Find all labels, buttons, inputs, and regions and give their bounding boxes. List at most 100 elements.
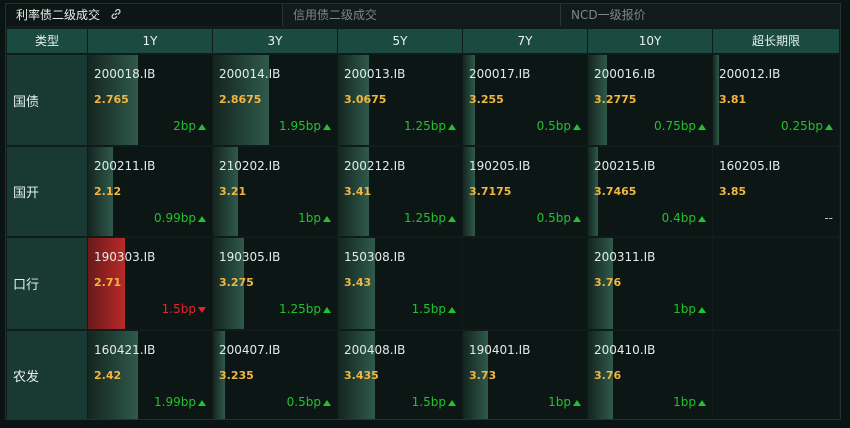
bond-yield: 3.43 bbox=[344, 276, 372, 289]
bond-code[interactable]: 150308.IB bbox=[344, 250, 405, 264]
bond-code[interactable]: 190303.IB bbox=[94, 250, 155, 264]
yield-change-value: 1.25bp bbox=[404, 119, 446, 133]
quote-cell[interactable]: 200018.IB 2.765 2bp bbox=[88, 55, 212, 145]
row-label-text: 农发 bbox=[13, 369, 40, 385]
yield-change: 0.5bp bbox=[537, 211, 581, 225]
quote-cell bbox=[713, 238, 839, 329]
bond-code[interactable]: 200211.IB bbox=[94, 159, 155, 173]
quote-cell[interactable]: 200016.IB 3.2775 0.75bp bbox=[588, 55, 712, 145]
yield-change-value: 0.4bp bbox=[661, 211, 696, 225]
bond-yield: 3.275 bbox=[219, 276, 254, 289]
quote-cell[interactable]: 200407.IB 3.235 0.5bp bbox=[213, 331, 337, 419]
row-label: 国开 bbox=[7, 147, 87, 236]
quote-cell[interactable]: 190401.IB 3.73 1bp bbox=[463, 331, 587, 419]
yield-change: 1.5bp bbox=[412, 302, 456, 316]
bond-yield: 3.41 bbox=[344, 185, 372, 198]
bond-code[interactable]: 200407.IB bbox=[219, 343, 280, 357]
tab-rate-bond-trades[interactable]: 利率债二级成交 bbox=[6, 4, 282, 26]
row-label-text: 国债 bbox=[13, 94, 40, 110]
yield-change: 1.5bp bbox=[162, 302, 206, 316]
bond-yield: 2.12 bbox=[94, 185, 122, 198]
bond-code[interactable]: 160421.IB bbox=[94, 343, 155, 357]
quote-cell[interactable]: 200017.IB 3.255 0.5bp bbox=[463, 55, 587, 145]
up-arrow-icon bbox=[698, 123, 706, 130]
column-header[interactable]: 1Y bbox=[88, 29, 212, 53]
quote-cell[interactable]: 200410.IB 3.76 1bp bbox=[588, 331, 712, 419]
yield-change-value: 0.5bp bbox=[286, 395, 321, 409]
tab-credit-bond-trades[interactable]: 信用债二级成交 bbox=[282, 4, 560, 26]
quote-cell[interactable]: 200212.IB 3.41 1.25bp bbox=[338, 147, 462, 236]
yield-change: 0.5bp bbox=[537, 119, 581, 133]
yield-change: 0.25bp bbox=[781, 119, 833, 133]
quote-cell[interactable]: 210202.IB 3.21 1bp bbox=[213, 147, 337, 236]
bond-yield: 2.71 bbox=[94, 276, 122, 289]
bond-yield: 3.73 bbox=[469, 369, 497, 382]
column-header[interactable]: 3Y bbox=[213, 29, 337, 53]
yield-change: 0.99bp bbox=[154, 211, 206, 225]
yield-change-value: 1.25bp bbox=[279, 302, 321, 316]
row-label: 农发 bbox=[7, 331, 87, 419]
up-arrow-icon bbox=[198, 399, 206, 406]
bond-code[interactable]: 200018.IB bbox=[94, 67, 155, 81]
column-header[interactable]: 超长期限 bbox=[713, 29, 839, 53]
quote-cell[interactable]: 200013.IB 3.0675 1.25bp bbox=[338, 55, 462, 145]
tab-label: NCD一级报价 bbox=[571, 8, 646, 22]
quote-cell[interactable]: 200014.IB 2.8675 1.95bp bbox=[213, 55, 337, 145]
quote-cell[interactable]: 200408.IB 3.435 1.5bp bbox=[338, 331, 462, 419]
bond-code[interactable]: 200013.IB bbox=[344, 67, 405, 81]
quote-cell[interactable]: 190303.IB 2.71 1.5bp bbox=[88, 238, 212, 329]
yield-change-value: 0.25bp bbox=[781, 119, 823, 133]
bond-code[interactable]: 200408.IB bbox=[344, 343, 405, 357]
bond-yield: 3.235 bbox=[219, 369, 254, 382]
bond-code[interactable]: 190305.IB bbox=[219, 250, 280, 264]
quote-cell[interactable]: 160205.IB 3.85 -- bbox=[713, 147, 839, 236]
tab-label: 利率债二级成交 bbox=[16, 8, 101, 22]
quote-cell[interactable]: 200215.IB 3.7465 0.4bp bbox=[588, 147, 712, 236]
bond-code[interactable]: 200017.IB bbox=[469, 67, 530, 81]
yield-change-value: 1bp bbox=[548, 395, 571, 409]
column-header[interactable]: 10Y bbox=[588, 29, 712, 53]
yield-change-value: 1bp bbox=[673, 395, 696, 409]
quote-cell[interactable]: 200311.IB 3.76 1bp bbox=[588, 238, 712, 329]
yield-change-value: -- bbox=[824, 211, 833, 225]
quote-cell[interactable]: 200211.IB 2.12 0.99bp bbox=[88, 147, 212, 236]
quote-cell[interactable]: 190305.IB 3.275 1.25bp bbox=[213, 238, 337, 329]
bond-code[interactable]: 200212.IB bbox=[344, 159, 405, 173]
yield-change: 1.25bp bbox=[404, 119, 456, 133]
up-arrow-icon bbox=[825, 123, 833, 130]
tab-ncd-quotes[interactable]: NCD一级报价 bbox=[560, 4, 840, 26]
yield-change-value: 1.25bp bbox=[404, 211, 446, 225]
bond-yield: 2.8675 bbox=[219, 93, 262, 106]
bond-code[interactable]: 200311.IB bbox=[594, 250, 655, 264]
tab-bar: 利率债二级成交 信用债二级成交 NCD一级报价 bbox=[6, 4, 840, 26]
yield-change: 2bp bbox=[173, 119, 206, 133]
bond-code[interactable]: 200410.IB bbox=[594, 343, 655, 357]
quote-cell[interactable]: 190205.IB 3.7175 0.5bp bbox=[463, 147, 587, 236]
bond-code[interactable]: 200016.IB bbox=[594, 67, 655, 81]
up-arrow-icon bbox=[323, 123, 331, 130]
column-header[interactable]: 7Y bbox=[463, 29, 587, 53]
bond-code[interactable]: 160205.IB bbox=[719, 159, 780, 173]
quote-cell[interactable]: 200012.IB 3.81 0.25bp bbox=[713, 55, 839, 145]
quote-cell[interactable]: 150308.IB 3.43 1.5bp bbox=[338, 238, 462, 329]
yield-change: 1bp bbox=[548, 395, 581, 409]
column-header[interactable]: 5Y bbox=[338, 29, 462, 53]
yield-change-value: 0.5bp bbox=[536, 211, 571, 225]
bond-code[interactable]: 200215.IB bbox=[594, 159, 655, 173]
yield-change: 1.25bp bbox=[404, 211, 456, 225]
bond-code[interactable]: 190205.IB bbox=[469, 159, 530, 173]
down-arrow-icon bbox=[198, 306, 206, 313]
bond-code[interactable]: 210202.IB bbox=[219, 159, 280, 173]
bond-code[interactable]: 200014.IB bbox=[219, 67, 280, 81]
yield-change-value: 0.99bp bbox=[154, 211, 196, 225]
bond-code[interactable]: 190401.IB bbox=[469, 343, 530, 357]
yield-change-value: 1.95bp bbox=[279, 119, 321, 133]
link-icon[interactable] bbox=[110, 5, 122, 27]
bond-yield: 3.76 bbox=[594, 369, 622, 382]
yield-change-value: 1.5bp bbox=[411, 302, 446, 316]
yield-change-value: 2bp bbox=[173, 119, 196, 133]
up-arrow-icon bbox=[323, 306, 331, 313]
quote-cell[interactable]: 160421.IB 2.42 1.99bp bbox=[88, 331, 212, 419]
up-arrow-icon bbox=[323, 215, 331, 222]
bond-code[interactable]: 200012.IB bbox=[719, 67, 780, 81]
